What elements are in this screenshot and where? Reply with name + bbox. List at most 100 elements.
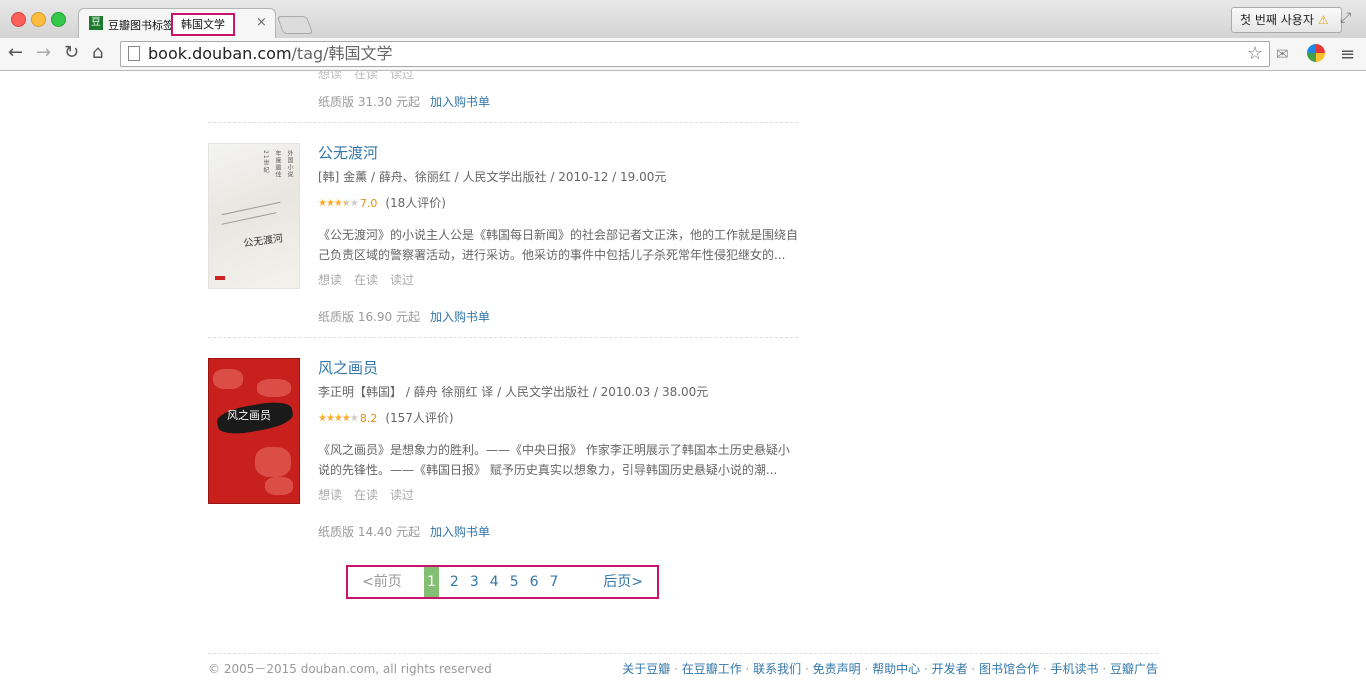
reading-link[interactable]: 在读 — [354, 71, 378, 81]
book-info: 公无渡河 [韩] 金薰 / 薛舟、徐丽红 / 人民文学出版社 / 2010-12… — [318, 143, 798, 288]
book-item: 风之画员 风之画员 李正明【韩国】 / 薛舟 徐丽红 译 / 人民文学出版社 /… — [208, 358, 798, 528]
rating-stars-icon: ★★★★★ — [318, 198, 359, 209]
page-link[interactable]: 5 — [510, 567, 519, 597]
footer-link-library[interactable]: 图书馆合作 — [979, 662, 1039, 676]
footer-link-disclaimer[interactable]: 免责声明 — [813, 662, 861, 676]
book-actions: 想读 在读 读过 — [318, 486, 798, 503]
rating-count: (18人评价) — [385, 196, 446, 210]
page-link[interactable]: 3 — [470, 567, 479, 597]
book-item: 21世纪 年度最佳 外国小说 公无渡河 公无渡河 [韩] 金薰 / 薛舟、徐丽红… — [208, 143, 798, 313]
rating-score: 8.2 — [359, 412, 378, 425]
page-content: 想读 在读 读过 纸质版 31.30 元起 加入购书单 21世纪 年度最佳 外国小说 … — [0, 71, 1366, 688]
add-to-list-link[interactable]: 加入购书单 — [430, 310, 490, 324]
item-divider — [208, 122, 798, 123]
address-bar[interactable]: book.douban.com/tag/韩国文学 ☆ — [120, 41, 1270, 67]
douban-favicon-icon: 豆 — [89, 16, 103, 30]
close-window-button[interactable] — [11, 12, 26, 27]
zoom-window-button[interactable] — [51, 12, 66, 27]
page-number-list: 1234567 — [424, 567, 569, 597]
description-line: 《公无渡河》的小说主人公是《韩国每日新闻》的社会部记者文正洙，他的工作就是围绕自 — [318, 228, 799, 242]
profile-button[interactable]: 첫 번째 사용자 ⚠ — [1231, 7, 1342, 33]
rating-score: 7.0 — [359, 197, 378, 210]
page-link[interactable]: 6 — [530, 567, 539, 597]
cover-decoration — [255, 447, 291, 477]
tab-close-icon[interactable]: × — [256, 15, 267, 30]
publisher-logo-icon — [215, 276, 225, 280]
gmail-extension-icon[interactable]: ✉ — [1276, 45, 1289, 63]
home-icon[interactable]: ⌂ — [92, 42, 103, 64]
forward-arrow-icon[interactable]: → — [36, 42, 51, 64]
want-read-link[interactable]: 想读 — [318, 273, 342, 287]
book-cover[interactable]: 风之画员 — [208, 358, 300, 504]
bookmark-star-icon[interactable]: ☆ — [1247, 43, 1263, 64]
url-text[interactable]: book.douban.com/tag/韩国文学 — [148, 44, 393, 64]
description-line: 《风之画员》是想象力的胜利。——《中央日报》 作家李正明展示了韩国本土历史悬疑小 — [318, 443, 790, 457]
add-to-list-link[interactable]: 加入购书单 — [430, 95, 490, 109]
fullscreen-icon[interactable]: ⤢ — [1340, 10, 1351, 26]
new-tab-button[interactable] — [276, 16, 314, 34]
menu-icon[interactable]: ≡ — [1340, 44, 1355, 65]
browser-toolbar: ← → ↻ ⌂ book.douban.com/tag/韩国文学 ☆ ✉ ≡ — [0, 38, 1366, 71]
rating-stars-icon: ★★★★★ — [318, 413, 359, 424]
cover-decoration — [265, 477, 293, 495]
book-description: 《公无渡河》的小说主人公是《韩国每日新闻》的社会部记者文正洙，他的工作就是围绕自… — [318, 225, 798, 265]
read-link[interactable]: 读过 — [390, 273, 414, 287]
add-to-list-link[interactable]: 加入购书单 — [430, 525, 490, 539]
footer-link-developers[interactable]: 开发者 — [932, 662, 968, 676]
book-buyline: 纸质版 16.90 元起 加入购书单 — [318, 308, 490, 325]
browser-tab-bar: 豆 豆瓣图书标签 韩国文学 × 첫 번째 사용자 ⚠ ⤢ — [0, 0, 1366, 39]
footer-link-jobs[interactable]: 在豆瓣工作 — [682, 662, 742, 676]
footer-link-ads[interactable]: 豆瓣广告 — [1110, 662, 1158, 676]
browser-tab-active[interactable]: 豆 豆瓣图书标签 韩国文学 × — [78, 8, 276, 39]
rating-count: (157人评价) — [385, 411, 454, 425]
copyright-text: © 2005－2015 douban.com, all rights reser… — [208, 662, 492, 676]
next-page-link[interactable]: 后页> — [603, 567, 643, 597]
description-line: 己负责区域的警察署活动，进行采访。他采访的事件中包括儿子杀死常年性侵犯继女的..… — [318, 248, 786, 262]
book-actions: 想读 在读 读过 — [318, 271, 798, 288]
book-pub-info: 李正明【韩国】 / 薛舟 徐丽红 译 / 人民文学出版社 / 2010.03 /… — [318, 385, 709, 399]
book-info: 风之画员 李正明【韩国】 / 薛舟 徐丽红 译 / 人民文学出版社 / 2010… — [318, 358, 798, 503]
footer-link-contact[interactable]: 联系我们 — [753, 662, 801, 676]
footer-link-help[interactable]: 帮助中心 — [872, 662, 920, 676]
want-read-link[interactable]: 想读 — [318, 488, 342, 502]
cover-title: 风之画员 — [227, 409, 271, 422]
page-link[interactable]: 4 — [490, 567, 499, 597]
read-link[interactable]: 读过 — [390, 488, 414, 502]
book-title-link[interactable]: 风之画员 — [318, 359, 378, 377]
page-icon — [128, 46, 140, 61]
reload-icon[interactable]: ↻ — [64, 42, 79, 64]
item-divider — [208, 337, 798, 338]
price-text: 纸质版 16.90 元起 — [318, 310, 420, 324]
page-link[interactable]: 7 — [550, 567, 559, 597]
footer-divider — [208, 653, 1158, 654]
want-read-link[interactable]: 想读 — [318, 71, 342, 81]
book-rating: ★★★★★ 7.0 (18人评价) — [318, 194, 798, 213]
cover-decoration — [213, 369, 243, 389]
paginator: <前页 1234567 后页> — [346, 565, 659, 599]
read-link[interactable]: 读过 — [390, 71, 414, 81]
footer-link-about[interactable]: 关于豆瓣 — [622, 662, 670, 676]
cover-title: 公无渡河 — [242, 233, 284, 250]
previous-item-actions: 想读 在读 读过 — [318, 71, 426, 82]
reading-link[interactable]: 在读 — [354, 488, 378, 502]
prev-page-link[interactable]: <前页 — [362, 567, 402, 597]
footer-links: 关于豆瓣 · 在豆瓣工作 · 联系我们 · 免责声明 · 帮助中心 · 开发者 … — [622, 662, 1158, 676]
reading-link[interactable]: 在读 — [354, 273, 378, 287]
url-path: /tag/韩国文学 — [291, 44, 393, 63]
warning-icon: ⚠ — [1317, 13, 1329, 27]
page-link-current[interactable]: 1 — [424, 567, 439, 597]
book-buyline: 纸质版 14.40 元起 加入购书单 — [318, 523, 490, 540]
book-description: 《风之画员》是想象力的胜利。——《中央日报》 作家李正明展示了韩国本土历史悬疑小… — [318, 440, 798, 480]
minimize-window-button[interactable] — [31, 12, 46, 27]
tab-title: 豆瓣图书标签 — [108, 19, 174, 32]
url-host: book.douban.com — [148, 44, 292, 63]
description-line: 说的先锋性。——《韩国日报》 赋予历史真实以想象力，引导韩国历史悬疑小说的潮..… — [318, 463, 778, 477]
cover-vertical-text: 21世纪 — [262, 150, 269, 174]
footer-link-mobile[interactable]: 手机读书 — [1051, 662, 1099, 676]
page-link[interactable]: 2 — [450, 567, 459, 597]
book-title-link[interactable]: 公无渡河 — [318, 144, 378, 162]
color-extension-icon[interactable] — [1307, 44, 1325, 62]
price-text: 纸质版 31.30 元起 — [318, 95, 420, 109]
back-arrow-icon[interactable]: ← — [8, 42, 23, 64]
book-cover[interactable]: 21世纪 年度最佳 外国小说 公无渡河 — [208, 143, 300, 289]
